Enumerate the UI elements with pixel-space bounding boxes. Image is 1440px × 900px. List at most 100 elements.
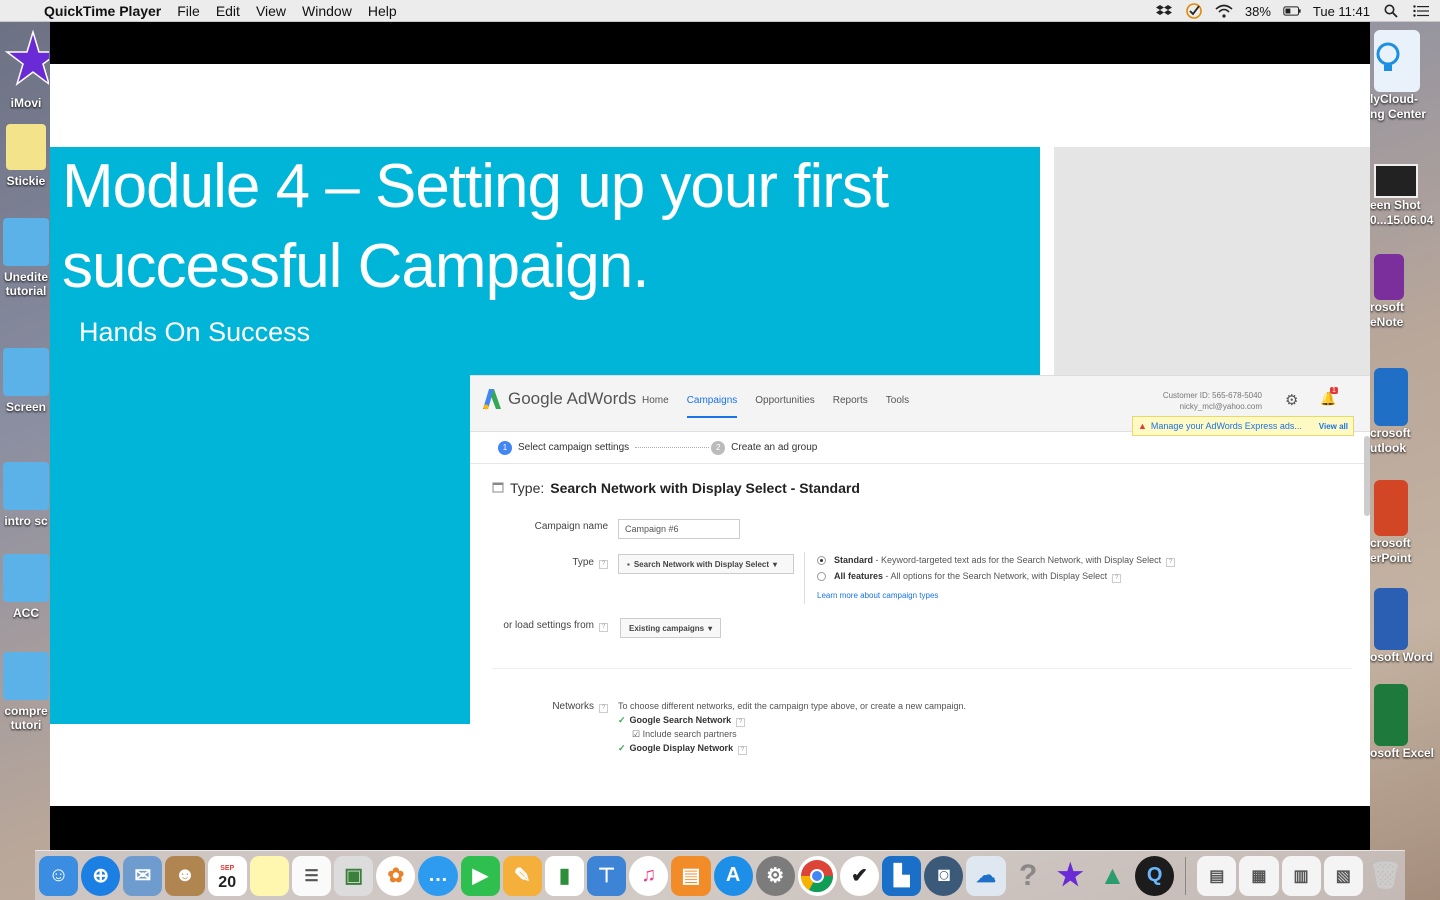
- desktop-icon-onenote[interactable]: rosoft eNote: [1370, 254, 1440, 330]
- help-icon: ?: [599, 704, 608, 713]
- check-icon: ✓: [618, 743, 626, 753]
- section-divider: [492, 668, 1352, 669]
- reminders-icon[interactable]: ☰: [291, 855, 332, 896]
- alert-text: Manage your AdWords Express ads...: [1150, 421, 1302, 431]
- video-frame[interactable]: Module 4 – Setting up your first success…: [50, 64, 1370, 806]
- option-all-features: All features - All options for the Searc…: [817, 568, 1175, 584]
- menubar: QuickTime Player File Edit View Window H…: [0, 0, 1440, 22]
- task-check-icon[interactable]: [1185, 3, 1203, 19]
- notification-center-icon[interactable]: [1412, 3, 1430, 19]
- calendar-icon[interactable]: SEP 20: [207, 855, 247, 896]
- excel-icon: [1374, 684, 1408, 746]
- screen-recorder-icon[interactable]: ◙: [924, 855, 964, 896]
- desktop-label: intro sc: [4, 514, 48, 528]
- ibooks-icon[interactable]: ▤: [671, 855, 711, 896]
- desktop-icon-folder-acc[interactable]: ACC: [0, 554, 52, 620]
- downloads-stack-icon[interactable]: ▦: [1239, 855, 1279, 896]
- desktop-icon-excel[interactable]: osoft Excel: [1370, 684, 1440, 761]
- desktop-icon-word[interactable]: osoft Word: [1370, 588, 1440, 665]
- bell-icon: 🔔 1: [1320, 387, 1338, 406]
- safari-icon[interactable]: ⊕: [81, 855, 121, 896]
- nav-home: Home: [642, 395, 669, 406]
- pages-icon[interactable]: ✎: [502, 855, 542, 896]
- facetime-icon[interactable]: ▶: [460, 855, 500, 896]
- outlook-icon: [1374, 368, 1408, 426]
- calendar-icon: [492, 480, 504, 496]
- scrollbar: [1364, 436, 1370, 516]
- menu-window[interactable]: Window: [302, 3, 352, 19]
- desktop-label: Stickie: [6, 174, 46, 188]
- quicktime-window[interactable]: Module 4 – Setting up your first success…: [50, 22, 1370, 850]
- desktop-icon-outlook[interactable]: crosoft utlook: [1370, 368, 1440, 456]
- spotlight-search-icon[interactable]: [1382, 3, 1400, 19]
- gear-icon: ⚙: [1285, 392, 1299, 409]
- documents-stack-icon[interactable]: ▧: [1323, 855, 1363, 896]
- itunes-icon[interactable]: ♫: [629, 855, 669, 896]
- desktop-label: ACC: [13, 606, 39, 620]
- menubar-clock[interactable]: Tue 11:41: [1313, 4, 1370, 19]
- desktop-label: utlook: [1370, 441, 1406, 455]
- radio-standard: [817, 556, 826, 566]
- mail-icon[interactable]: ✉: [123, 855, 163, 896]
- numbers-icon[interactable]: ▮: [544, 855, 585, 896]
- lightbulb-icon: [1374, 30, 1420, 92]
- wifi-icon[interactable]: [1215, 3, 1233, 19]
- messages-icon[interactable]: …: [418, 855, 458, 896]
- document-icon[interactable]: ▤: [1197, 855, 1237, 896]
- desktop-label: 0...15.06.04: [1370, 213, 1434, 227]
- step-number: 1: [498, 440, 512, 455]
- desktop-label: compre: [4, 704, 48, 718]
- onenote-icon: [1374, 254, 1404, 300]
- imovie-icon[interactable]: ★: [1051, 856, 1090, 896]
- contacts-icon[interactable]: ☻: [165, 855, 205, 896]
- option-all-name: All features: [834, 571, 884, 581]
- desktop-icon-imovie[interactable]: iMovi: [0, 29, 52, 110]
- task-check-app-icon[interactable]: ✔: [839, 855, 880, 896]
- desktop-icon-screenshot[interactable]: een Shot 0...15.06.04: [1370, 164, 1440, 228]
- question-mark-icon[interactable]: ?: [1009, 856, 1048, 896]
- load-settings-label-text: or load settings from: [503, 620, 594, 631]
- menu-file[interactable]: File: [177, 3, 200, 19]
- desktop-label: Unedite: [3, 270, 48, 284]
- photos-icon[interactable]: ✿: [376, 855, 416, 896]
- menu-app-name[interactable]: QuickTime Player: [44, 3, 161, 19]
- folder-icon: [3, 348, 49, 396]
- desktop-label: eNote: [1370, 315, 1404, 329]
- system-preferences-icon[interactable]: ⚙: [755, 855, 795, 896]
- desktop-icon-folder-unedited[interactable]: Unedite tutorial: [0, 218, 52, 298]
- help-icon: ?: [1112, 574, 1122, 583]
- notes-icon[interactable]: [249, 855, 289, 896]
- desktop-icon-folder-screen[interactable]: Screen: [0, 348, 52, 414]
- slide-subtitle: Hands On Success: [79, 317, 311, 347]
- dropbox-icon[interactable]: [1155, 3, 1173, 19]
- desktop-icon-stickies[interactable]: Stickie: [0, 124, 52, 188]
- desktop-label: osoft Word: [1370, 650, 1434, 664]
- help-icon: ?: [599, 623, 608, 632]
- network-search-label: Google Search Network: [629, 715, 732, 725]
- notification-badge: 1: [1330, 387, 1338, 394]
- desktop-label: crosoft: [1370, 426, 1411, 440]
- trash-icon[interactable]: 🗑: [1366, 856, 1405, 896]
- chrome-icon[interactable]: [797, 855, 837, 896]
- desktop-icon-folder-compre[interactable]: compre tutori: [0, 652, 52, 732]
- screenshots-stack-icon[interactable]: ▥: [1281, 855, 1321, 896]
- calendar-day: 20: [218, 873, 237, 891]
- network-search-partners: ☑ Include search partners: [618, 727, 966, 741]
- menu-view[interactable]: View: [256, 3, 286, 19]
- files-app-icon[interactable]: ▙: [882, 855, 922, 896]
- quicktime-icon[interactable]: Q: [1135, 855, 1175, 896]
- finder-icon[interactable]: ☺: [39, 855, 79, 896]
- chevron-down-icon: ▾: [773, 559, 778, 569]
- cloud-icon[interactable]: ☁: [966, 855, 1006, 896]
- nav-campaigns: Campaigns: [686, 395, 738, 418]
- menu-help[interactable]: Help: [368, 3, 397, 19]
- desktop-icon-mycloud[interactable]: lyCloud- ng Center: [1370, 30, 1440, 122]
- battery-icon[interactable]: [1283, 3, 1301, 19]
- desktop-icon-folder-intro[interactable]: intro sc: [0, 462, 52, 528]
- tree-app-icon[interactable]: ▲: [1093, 856, 1132, 896]
- app-store-icon[interactable]: A: [713, 855, 753, 896]
- preview-icon[interactable]: ▣: [334, 855, 374, 896]
- menu-edit[interactable]: Edit: [216, 3, 240, 19]
- keynote-icon[interactable]: ⊤: [587, 855, 627, 896]
- desktop-icon-powerpoint[interactable]: crosoft erPoint: [1370, 480, 1440, 566]
